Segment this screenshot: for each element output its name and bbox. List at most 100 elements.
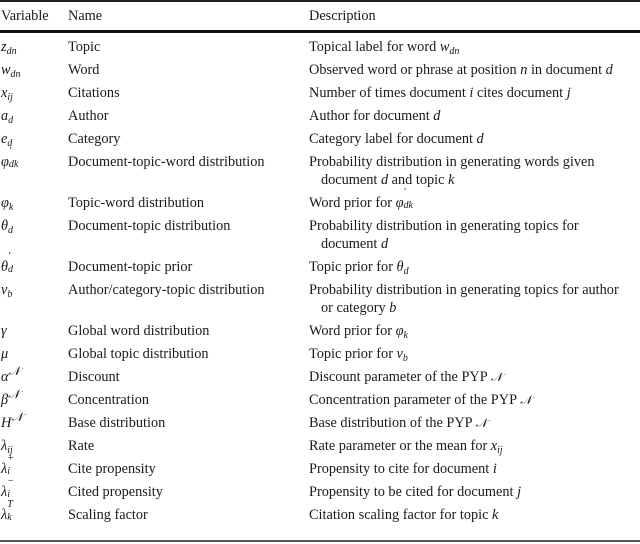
variable-symbol: λij (1, 438, 13, 456)
variable-symbol-sub: dn (10, 69, 21, 80)
variable-cell: β𝒩 (1, 388, 20, 412)
desc-math-base: j (517, 484, 522, 500)
variable-symbol: μ (1, 346, 8, 362)
name-cell: Scaling factor (68, 507, 148, 523)
description-cell-continued: or category b (321, 297, 396, 320)
desc-math-base: d (476, 131, 484, 147)
variable-symbol-sub: b (7, 289, 13, 300)
desc-text: Base distribution of the PYP (309, 415, 476, 431)
variable-symbol: λ + i (1, 454, 19, 478)
variable-symbol-sup: 𝒩 (8, 364, 21, 378)
desc-text: Rate parameter or the mean for (309, 438, 491, 454)
variable-symbol-base: γ (1, 323, 7, 339)
table-row: νb Author/category-topic distribution Prob… (0, 279, 640, 320)
variable-symbol: zdn (1, 39, 17, 57)
description-cell-continued: document d and topic k (321, 169, 454, 192)
variable-symbol: ed (1, 131, 12, 149)
table-row: xij Citations Number of times document i c… (0, 82, 640, 105)
variable-symbol-sub: d (8, 225, 14, 236)
desc-text: Word prior for (309, 323, 396, 339)
variable-symbol-scripts: ′ dk (8, 146, 19, 170)
variable-symbol-base: φ (1, 195, 9, 211)
description-cell: Citation scaling factor for topic k (309, 504, 498, 527)
desc-text: Probability distribution in generating t… (309, 218, 579, 234)
table-row: μ Global topic distribution Topic prior fo… (0, 343, 640, 366)
variable-cell: ad (1, 105, 13, 128)
desc-text: Propensity to cite for document (309, 461, 493, 477)
desc-math-base: w (439, 39, 450, 55)
description-cell: Concentration parameter of the PYP 𝒩 (309, 389, 532, 412)
name-cell: Category (68, 131, 121, 147)
variable-symbol-base: θ (1, 259, 9, 275)
description-cell: Topical label for word wdn (309, 36, 459, 59)
desc-math-base: θ (396, 259, 404, 275)
desc-text: Topic prior for (309, 259, 397, 275)
variable-cell: θ ′ d (1, 251, 20, 279)
desc-text: Citation scaling factor for topic (309, 507, 493, 523)
table-row: λ Tk Scaling factor Citation scaling factor… (0, 500, 640, 527)
variable-symbol: φk (1, 195, 13, 213)
name-cell: Cite propensity (68, 461, 156, 477)
table-row: φ ′ dk Document-topic-word distribution Prob… (0, 146, 640, 192)
variable-symbol: φ ′ dk (1, 146, 21, 171)
name-cell: Base distribution (68, 415, 166, 431)
name-cell: Discount (68, 369, 120, 385)
variable-symbol-sup: 𝒩 (11, 410, 23, 424)
description-cell: Propensity to be cited for document j (309, 481, 521, 504)
desc-math-sub: ij (497, 445, 503, 456)
table-row: H𝒩 Base distribution Base distribution of … (0, 410, 640, 435)
variable-symbol-scripts: − i (7, 476, 14, 500)
description-cell: Base distribution of the PYP 𝒩 (309, 412, 487, 435)
desc-math-sub: dn (449, 46, 460, 57)
desc-math: d (381, 236, 388, 252)
desc-math: φk (396, 323, 408, 341)
variable-symbol: ad (1, 108, 13, 126)
table-bottom-rule (0, 540, 640, 542)
table-row: γ Global word distribution Word prior for … (0, 320, 640, 343)
desc-math: d (477, 131, 484, 147)
table-row: β𝒩 Concentration Concentration parameter o… (0, 388, 640, 412)
table-row: λ − i Cited propensity Propensity to be cite… (0, 476, 640, 504)
variable-cell: H𝒩 (1, 410, 23, 435)
variable-cell: α𝒩 (1, 364, 21, 389)
variable-symbol: wdn (1, 62, 21, 80)
variable-symbol-base: α (1, 369, 9, 385)
header-variable: Variable (1, 8, 49, 24)
variable-symbol: β𝒩 (1, 388, 20, 408)
variable-symbol-base: H (1, 415, 12, 431)
desc-math: j (567, 85, 571, 101)
variable-symbol-scripts: ′ d (8, 251, 14, 275)
name-cell: Citations (68, 85, 120, 101)
variable-symbol: xij (1, 85, 13, 103)
desc-math: wdn (439, 39, 460, 57)
desc-text: Discount parameter of the PYP (309, 369, 491, 385)
desc-text: document (321, 236, 381, 252)
desc-math-sub: d (403, 266, 409, 277)
description-cell: Word prior for φ ′ dk (309, 188, 416, 215)
name-cell: Global word distribution (68, 323, 210, 339)
description-cell: Topic prior for θd (309, 256, 409, 279)
variable-symbol-sup: 𝒩 (8, 387, 20, 401)
description-cell: Propensity to cite for document i (309, 458, 497, 481)
name-cell: Cited propensity (68, 484, 163, 500)
desc-text: Probability distribution in generating w… (309, 154, 595, 170)
variable-cell: wdn (1, 59, 21, 82)
table-header-row: Variable Name Description (0, 1, 640, 24)
name-cell: Author/category-topic distribution (68, 282, 265, 298)
desc-math: θd (396, 259, 409, 277)
name-cell: Document-topic distribution (68, 218, 231, 234)
desc-math-base: k (492, 507, 499, 523)
variable-cell: φ ′ dk (1, 146, 21, 174)
table-header-rule (0, 30, 640, 33)
header-name: Name (68, 8, 103, 24)
desc-text: Number of times document (309, 85, 470, 101)
description-cell: Topic prior for νb (309, 343, 408, 366)
name-cell: Topic-word distribution (68, 195, 204, 211)
desc-text: Topic prior for (309, 346, 397, 362)
desc-text: in document (527, 62, 606, 78)
description-cell: Word prior for φk (309, 320, 408, 343)
description-cell: Observed word or phrase at position n in… (309, 59, 613, 82)
variable-cell: θd (1, 215, 13, 238)
desc-math-sub: b (402, 353, 408, 364)
header-description: Description (309, 8, 376, 24)
